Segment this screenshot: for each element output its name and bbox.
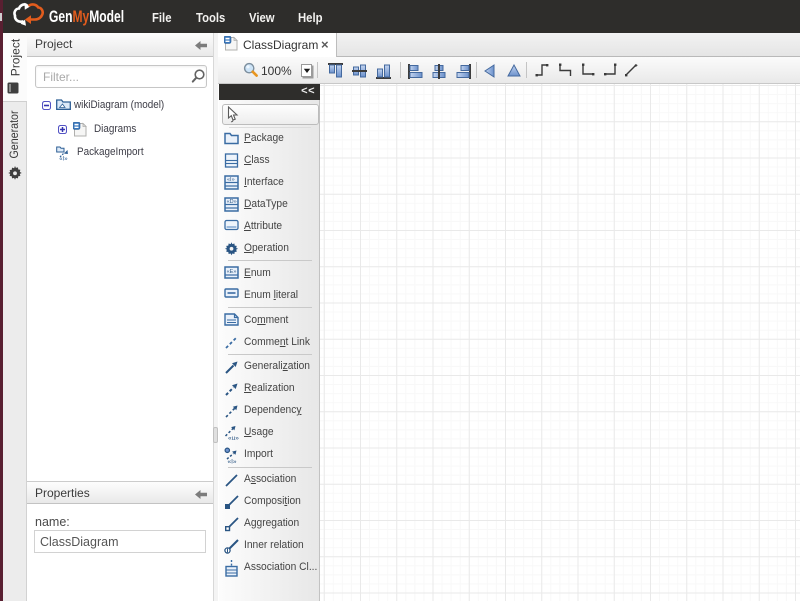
svg-text:«u»: «u» — [228, 435, 239, 441]
svg-text:«D»: «D» — [227, 199, 237, 205]
svg-text:«I»: «I» — [228, 459, 237, 465]
svg-text:«I»: «I» — [227, 177, 235, 183]
svg-text:«I»: «I» — [59, 157, 68, 162]
svg-text:«E»: «E» — [227, 269, 237, 275]
